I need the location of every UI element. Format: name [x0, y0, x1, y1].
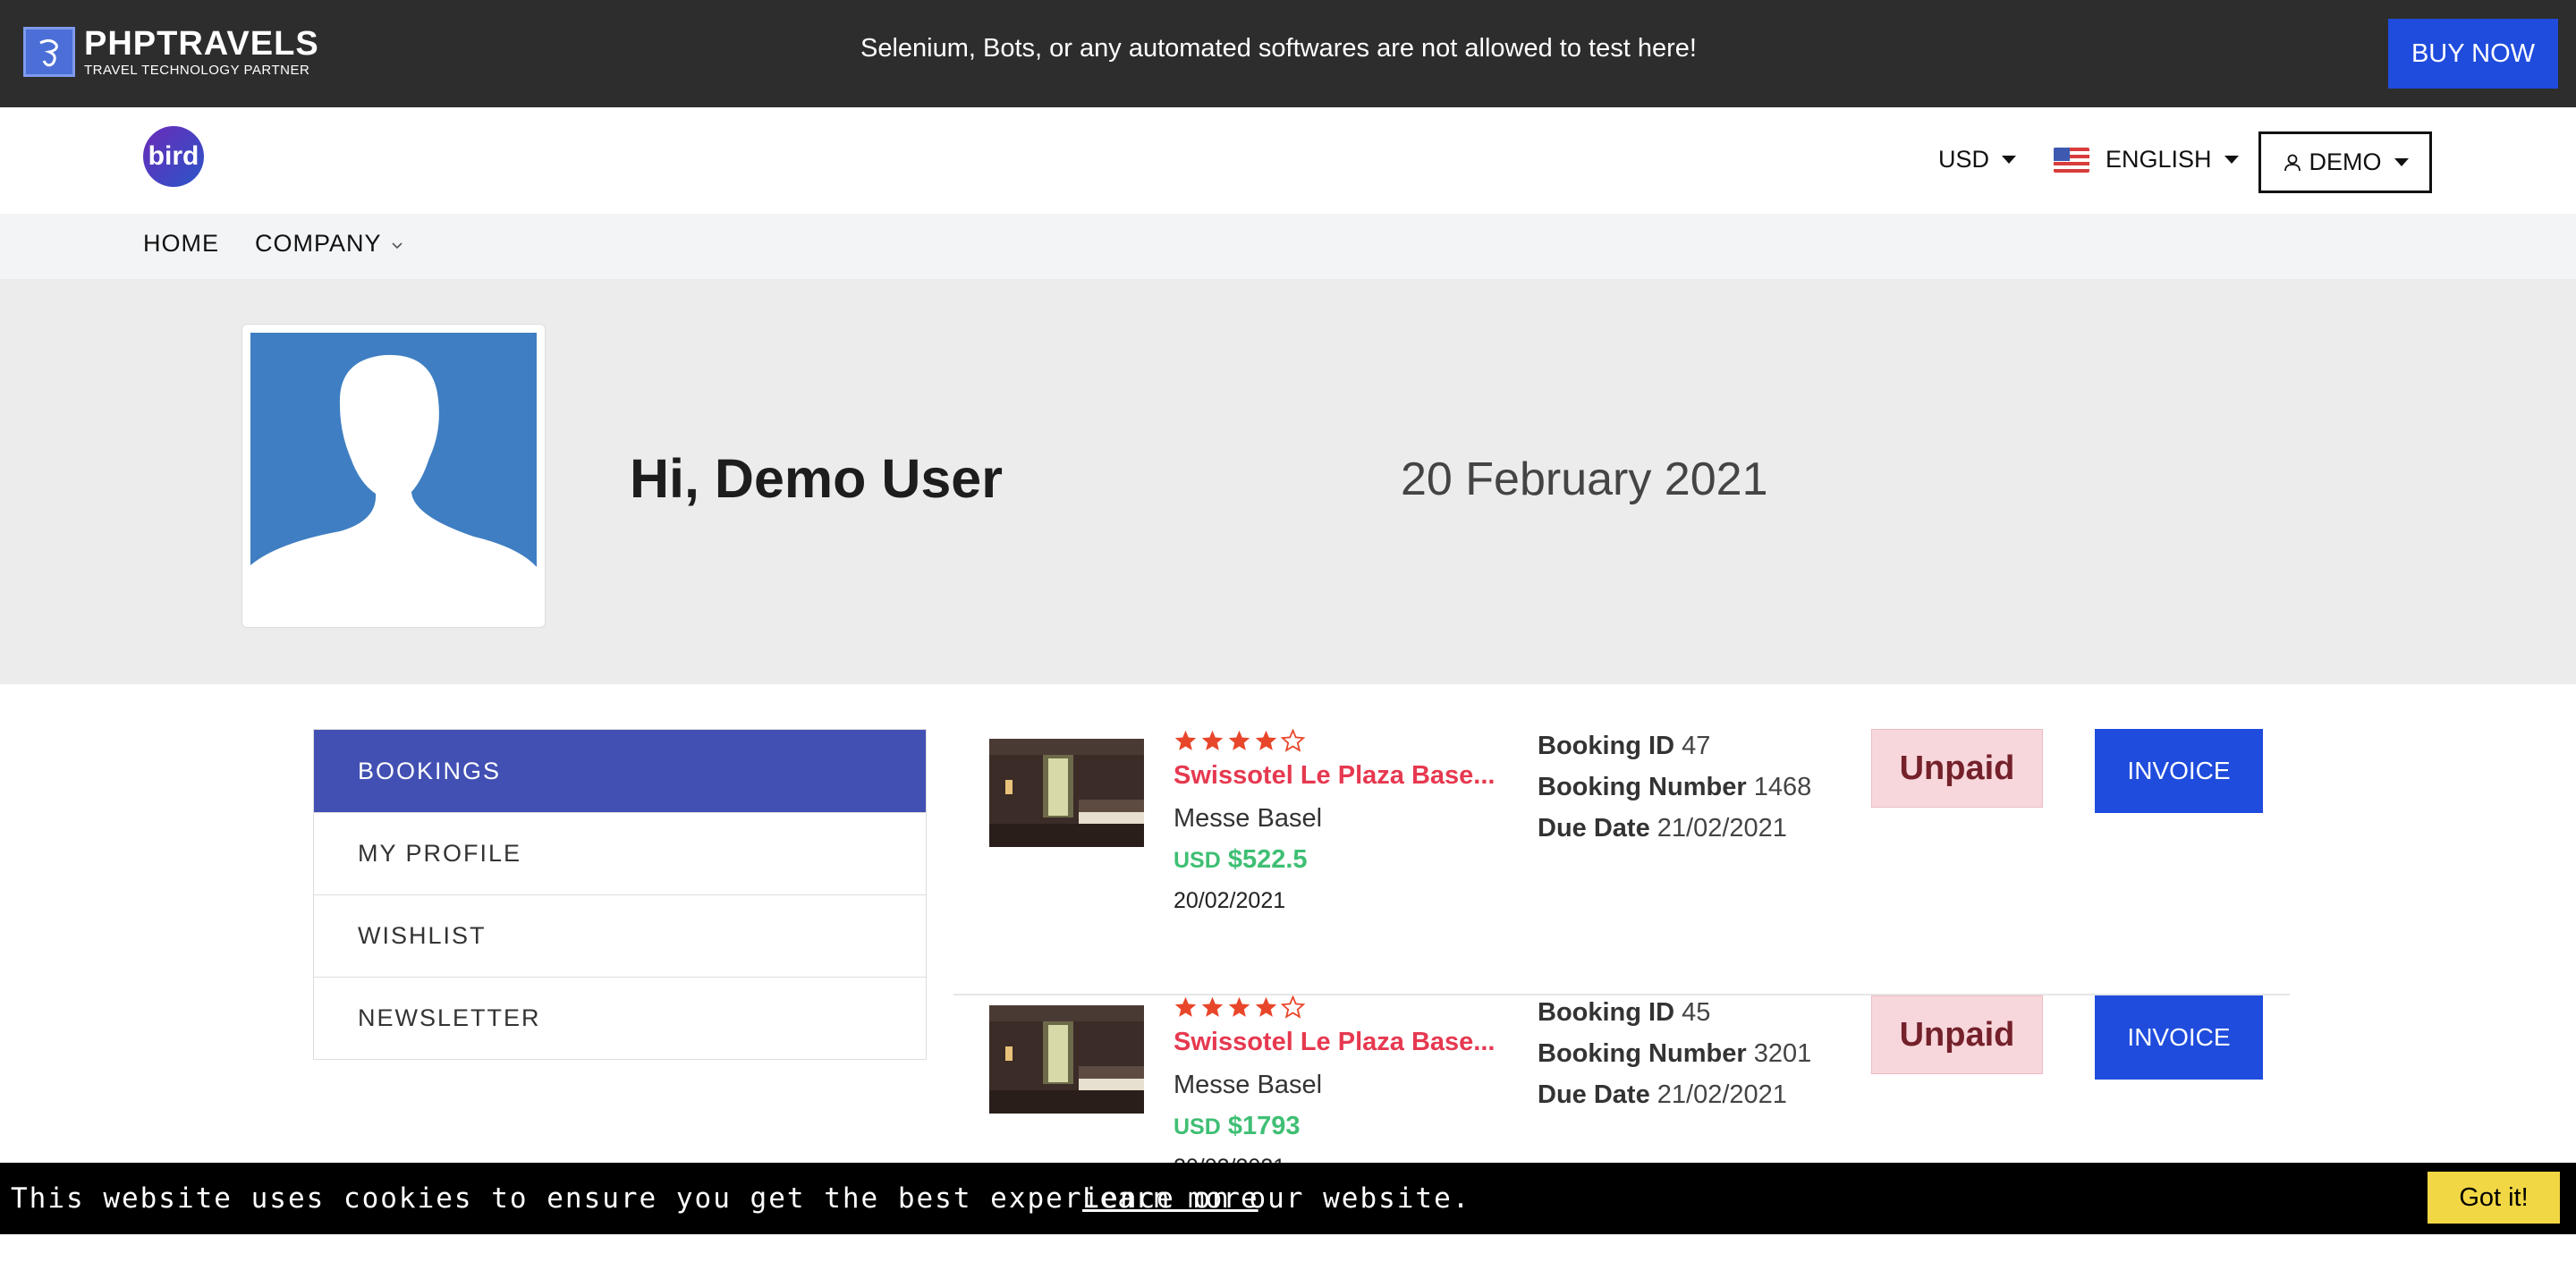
star-rating — [1174, 995, 1308, 1020]
star-filled-icon — [1228, 996, 1250, 1017]
booking-id-value: 45 — [1682, 998, 1711, 1027]
booking-number-row: Booking Number 3201 — [1538, 1039, 1811, 1069]
status-badge: Unpaid — [1871, 729, 2043, 808]
caret-down-icon — [2394, 158, 2409, 166]
caret-down-icon — [2224, 156, 2239, 164]
nav-company-label: COMPANY — [255, 230, 382, 257]
price-amount: $522.5 — [1227, 845, 1308, 874]
due-date-label: Due Date — [1538, 814, 1650, 843]
automation-notice: Selenium, Bots, or any automated softwar… — [860, 34, 1697, 63]
booking-number-row: Booking Number 1468 — [1538, 773, 1811, 802]
booking-price: USD $522.5 — [1174, 845, 1308, 875]
language-label: ENGLISH — [2106, 146, 2212, 173]
star-rating — [1174, 729, 1308, 753]
star-filled-icon — [1201, 996, 1224, 1017]
booking-id-row: Booking ID 45 — [1538, 998, 1710, 1028]
booking-id-label: Booking ID — [1538, 732, 1675, 760]
caret-down-icon — [2002, 156, 2017, 164]
account-dropdown[interactable]: DEMO — [2258, 131, 2432, 193]
booking-date: 20/02/2021 — [1174, 888, 1286, 913]
learn-more-link[interactable]: Learn more — [1082, 1182, 1258, 1215]
status-badge: Unpaid — [1871, 995, 2043, 1074]
user-icon — [2284, 154, 2301, 171]
hotel-thumbnail[interactable] — [989, 1005, 1144, 1114]
brand-name: PHPTRAVELS — [84, 25, 319, 63]
booking-number-value: 3201 — [1753, 1039, 1812, 1068]
price-amount: $1793 — [1227, 1112, 1301, 1140]
star-filled-icon — [1255, 730, 1277, 750]
sidebar-item-bookings[interactable]: BOOKINGS — [314, 730, 926, 812]
due-date-row: Due Date 21/02/2021 — [1538, 814, 1787, 843]
booking-number-label: Booking Number — [1538, 1039, 1747, 1068]
sidebar-item-my-profile[interactable]: MY PROFILE — [314, 812, 926, 894]
booking-number-value: 1468 — [1753, 773, 1812, 801]
account-label: DEMO — [2309, 148, 2382, 175]
invoice-button[interactable]: INVOICE — [2095, 729, 2263, 813]
price-currency: USD — [1174, 848, 1221, 873]
brand-tagline: TRAVEL TECHNOLOGY PARTNER — [84, 63, 310, 78]
booking-price: USD $1793 — [1174, 1112, 1301, 1141]
hotel-name-link[interactable]: Swissotel Le Plaza Base... — [1174, 761, 1495, 791]
star-filled-icon — [1174, 996, 1197, 1017]
due-date-value: 21/02/2021 — [1657, 814, 1787, 843]
us-flag-icon — [2054, 147, 2089, 173]
brand-mark-icon — [23, 27, 75, 77]
currency-dropdown[interactable]: USD — [1938, 146, 2017, 174]
star-filled-icon — [1255, 996, 1277, 1017]
chevron-down-icon — [391, 241, 402, 249]
nav-home[interactable]: HOME — [143, 230, 219, 258]
brand-logo[interactable]: PHPTRAVELS TRAVEL TECHNOLOGY PARTNER — [23, 27, 319, 77]
hotel-name-link[interactable]: Swissotel Le Plaza Base... — [1174, 1028, 1495, 1057]
avatar-silhouette-icon — [250, 333, 537, 574]
cookie-accept-button[interactable]: Got it! — [2428, 1172, 2560, 1224]
star-empty-icon — [1281, 995, 1305, 1019]
booking-id-label: Booking ID — [1538, 998, 1675, 1027]
star-filled-icon — [1174, 730, 1197, 750]
invoice-button[interactable]: INVOICE — [2095, 995, 2263, 1080]
hotel-city: Messe Basel — [1174, 1071, 1323, 1099]
due-date-value: 21/02/2021 — [1657, 1080, 1787, 1109]
top-bar: PHPTRAVELS TRAVEL TECHNOLOGY PARTNER Sel… — [0, 0, 2576, 107]
buy-now-button[interactable]: BUY NOW — [2388, 19, 2558, 89]
booking-id-row: Booking ID 47 — [1538, 732, 1710, 761]
hotel-thumbnail[interactable] — [989, 739, 1144, 847]
due-date-row: Due Date 21/02/2021 — [1538, 1080, 1787, 1110]
hotel-city: Messe Basel — [1174, 804, 1323, 833]
sidebar-item-newsletter[interactable]: NEWSLETTER — [314, 977, 926, 1059]
booking-id-value: 47 — [1682, 732, 1711, 760]
greeting-heading: Hi, Demo User — [630, 448, 1003, 509]
account-sidebar: BOOKINGS MY PROFILE WISHLIST NEWSLETTER — [313, 729, 927, 1060]
currency-label: USD — [1938, 146, 1990, 173]
sidebar-item-wishlist[interactable]: WISHLIST — [314, 894, 926, 977]
site-logo[interactable]: bird — [143, 126, 204, 187]
cookie-banner: This website uses cookies to ensure you … — [0, 1163, 2576, 1234]
star-filled-icon — [1201, 730, 1224, 750]
booking-number-label: Booking Number — [1538, 773, 1747, 801]
current-date: 20 February 2021 — [1401, 453, 1768, 505]
star-filled-icon — [1228, 730, 1250, 750]
star-empty-icon — [1281, 729, 1305, 752]
language-dropdown[interactable]: ENGLISH — [2054, 146, 2239, 174]
price-currency: USD — [1174, 1114, 1221, 1139]
booking-card: Swissotel Le Plaza Base... Messe Basel U… — [953, 729, 2290, 995]
due-date-label: Due Date — [1538, 1080, 1650, 1109]
nav-company[interactable]: COMPANY — [255, 230, 403, 258]
avatar — [242, 324, 546, 628]
